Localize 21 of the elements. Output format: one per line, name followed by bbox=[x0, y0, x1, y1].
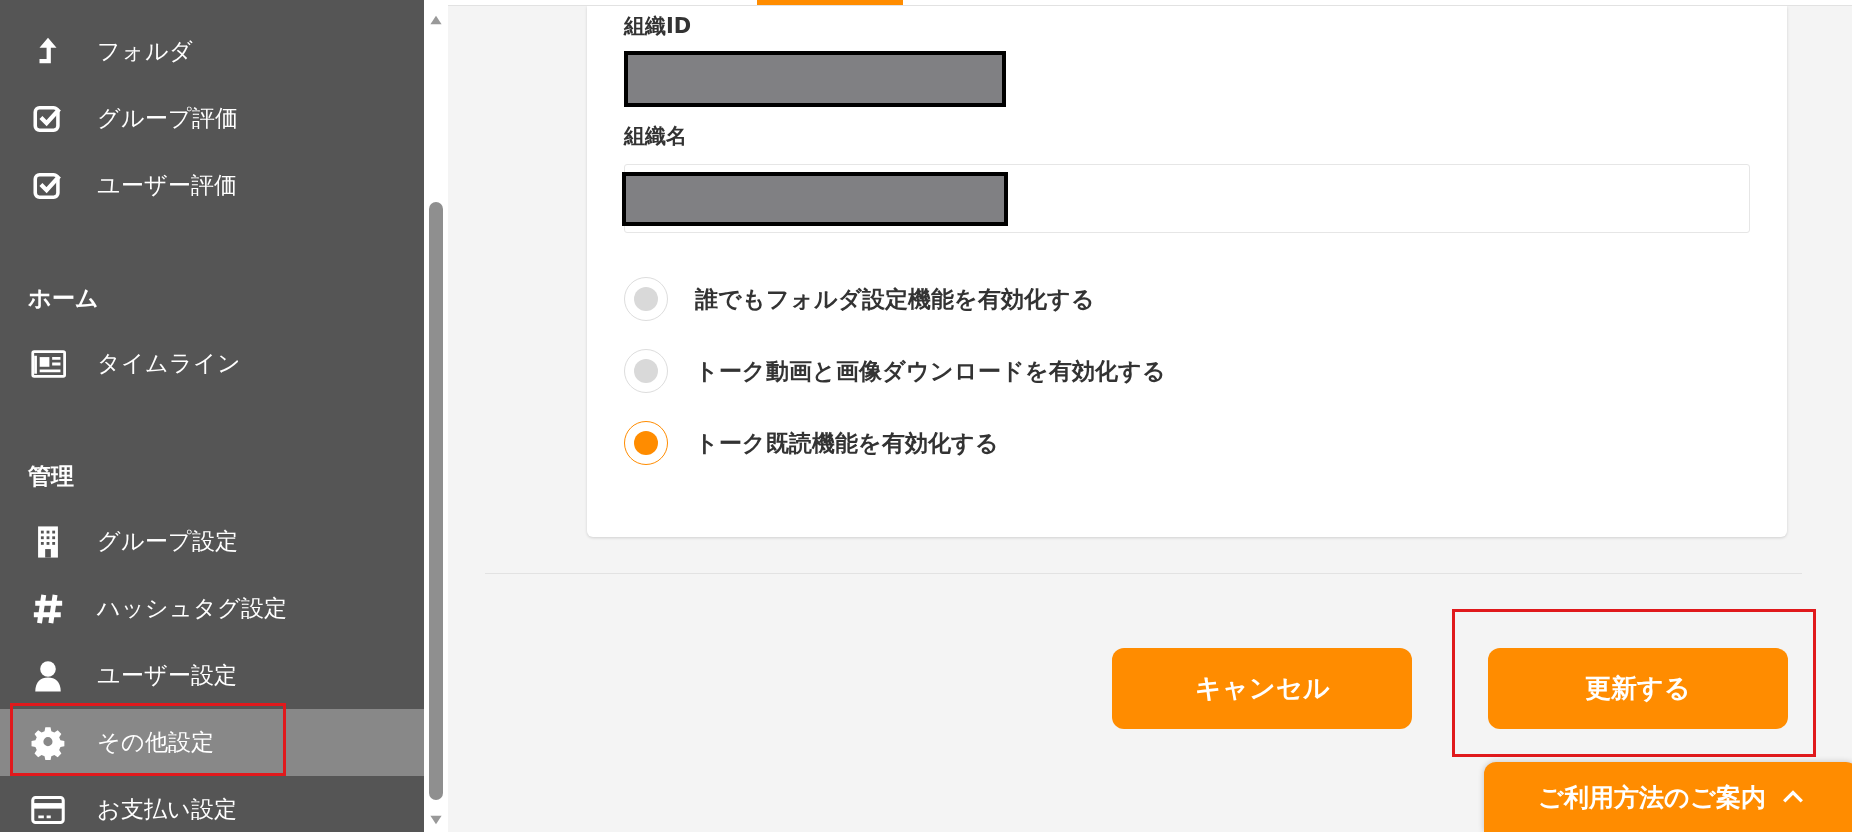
field-label: 組織ID bbox=[624, 13, 693, 40]
option-label: トーク既読機能を有効化する bbox=[695, 428, 999, 458]
sidebar-item[interactable]: ユーザー設定 bbox=[0, 642, 424, 709]
sidebar-item[interactable]: タイムライン bbox=[0, 330, 424, 397]
section-heading: ホーム bbox=[27, 284, 100, 313]
field-label: 組織名 bbox=[624, 123, 688, 150]
sidebar-item[interactable]: ユーザー評価 bbox=[0, 152, 424, 219]
chevron-icon bbox=[1782, 790, 1804, 804]
sidebar-item[interactable]: お支払い設定 bbox=[0, 776, 424, 832]
sidebar-item[interactable]: ハッシュタグ設定 bbox=[0, 575, 424, 642]
option-label: 誰でもフォルダ設定機能を有効化する bbox=[695, 284, 1095, 314]
option-label: トーク動画と画像ダウンロードを有効化する bbox=[695, 356, 1166, 386]
scroll-up-icon[interactable] bbox=[429, 14, 443, 26]
sidebar-item[interactable]: グループ評価 bbox=[0, 85, 424, 152]
sidebar-item[interactable]: グループ設定 bbox=[0, 508, 424, 575]
gear-icon bbox=[30, 725, 66, 760]
scrollbar-thumb[interactable] bbox=[429, 202, 443, 800]
sidebar-item[interactable]: フォルダ bbox=[0, 18, 424, 85]
scroll-down-icon[interactable] bbox=[429, 814, 443, 826]
section-heading: 管理 bbox=[27, 462, 75, 491]
input-field[interactable] bbox=[624, 164, 1750, 233]
